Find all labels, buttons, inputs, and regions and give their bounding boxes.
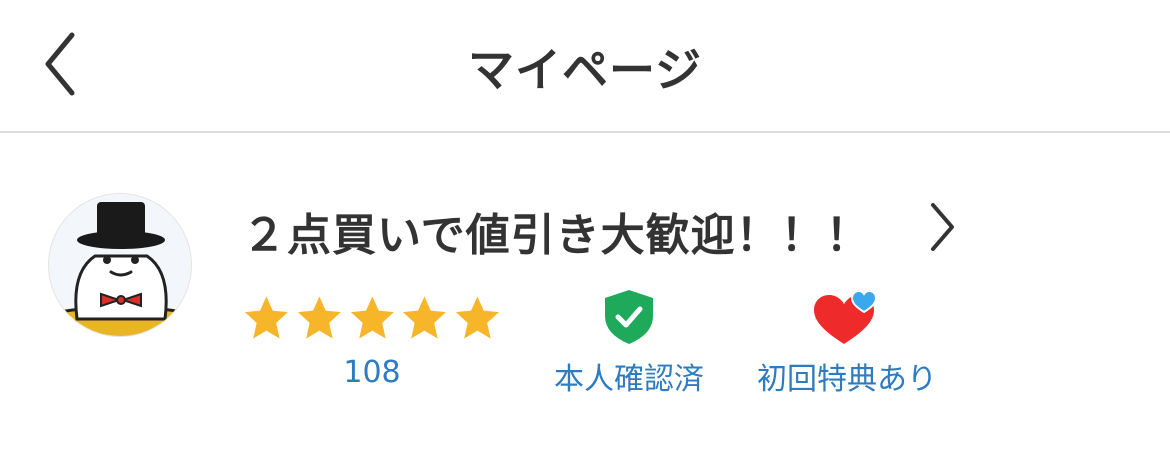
star-icon [403, 296, 447, 339]
hearts-icon [814, 289, 878, 344]
first-bonus-badge[interactable]: 初回特典あり [752, 288, 942, 398]
profile-chevron-button[interactable] [920, 197, 964, 257]
profile-card[interactable]: ２点買いで値引き大歓迎！！！ 108 本人確認済 初回特典あり [0, 133, 1170, 462]
avatar[interactable] [48, 193, 192, 337]
star-icon [456, 296, 500, 339]
verified-badge[interactable]: 本人確認済 [548, 288, 710, 398]
first-bonus-badge-label: 初回特典あり [757, 362, 937, 397]
header: マイページ [0, 0, 1170, 133]
verified-shield-icon [605, 290, 653, 344]
page-title: マイページ [467, 43, 703, 97]
rating[interactable]: 108 [242, 293, 502, 390]
star-icon [297, 296, 341, 339]
rating-count: 108 [343, 355, 401, 390]
shop-name: ２点買いで値引き大歓迎！！！ [242, 210, 871, 261]
mascot-avatar [49, 194, 191, 336]
chevron-right-icon [931, 203, 954, 251]
star-icon [350, 296, 394, 339]
rating-stars [242, 293, 502, 343]
star-icon [244, 296, 288, 339]
verified-badge-label: 本人確認済 [554, 362, 704, 397]
